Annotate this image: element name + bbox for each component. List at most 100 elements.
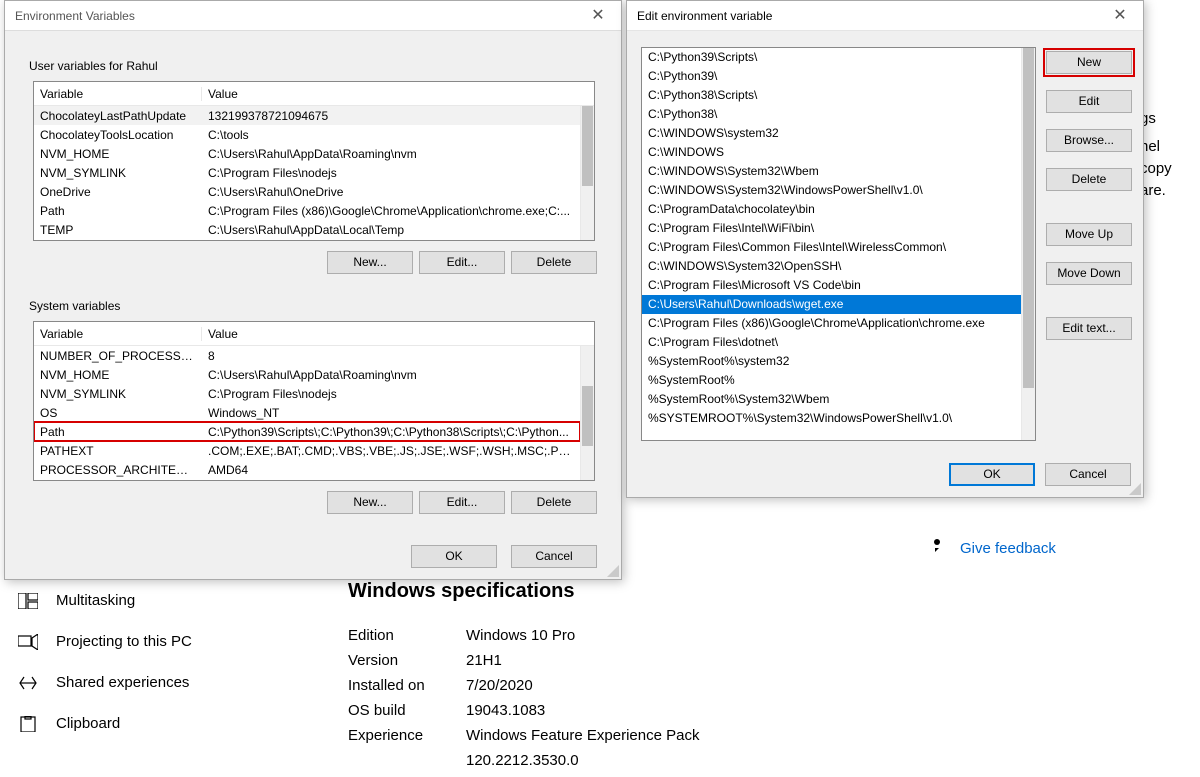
path-list-item[interactable]: %SystemRoot% — [642, 371, 1021, 390]
resize-grip[interactable] — [1129, 483, 1141, 495]
windows-specifications: Windows specifications EditionWindows 10… — [348, 580, 699, 777]
close-button[interactable]: ✕ — [575, 1, 621, 31]
cell-variable: ChocolateyToolsLocation — [34, 128, 202, 142]
table-row[interactable]: NVM_SYMLINKC:\Program Files\nodejs — [34, 163, 580, 182]
path-list-item[interactable]: C:\WINDOWS\System32\WindowsPowerShell\v1… — [642, 181, 1021, 200]
cell-value: C:\Users\Rahul\AppData\Roaming\nvm — [202, 368, 580, 382]
new-button[interactable]: New — [1046, 51, 1132, 74]
path-list-item[interactable]: C:\WINDOWS — [642, 143, 1021, 162]
table-row[interactable]: ChocolateyLastPathUpdate1321993787210946… — [34, 106, 580, 125]
cell-variable: PROCESSOR_ARCHITECTURE — [34, 463, 202, 477]
path-list-item[interactable]: C:\WINDOWS\System32\OpenSSH\ — [642, 257, 1021, 276]
user-new-button[interactable]: New... — [327, 251, 413, 274]
edit-text-button[interactable]: Edit text... — [1046, 317, 1132, 340]
cell-variable: Path — [34, 204, 202, 218]
table-row[interactable]: ChocolateyToolsLocationC:\tools — [34, 125, 580, 144]
path-list-item[interactable]: C:\Python39\ — [642, 67, 1021, 86]
spec-value: Windows 10 Pro — [466, 627, 575, 644]
spec-label: Experience — [348, 727, 466, 744]
cell-variable: Path — [34, 425, 202, 439]
path-list-item[interactable]: %SystemRoot%\System32\Wbem — [642, 390, 1021, 409]
path-list-item[interactable]: C:\ProgramData\chocolatey\bin — [642, 200, 1021, 219]
column-variable[interactable]: Variable — [34, 327, 202, 341]
sidebar-item-label: Multitasking — [56, 592, 135, 609]
spec-value: Windows Feature Experience Pack — [466, 727, 699, 744]
cell-variable: NVM_SYMLINK — [34, 387, 202, 401]
sidebar-item-label: Shared experiences — [56, 674, 189, 691]
path-list-item[interactable]: C:\Program Files\Microsoft VS Code\bin — [642, 276, 1021, 295]
scrollbar[interactable] — [1021, 48, 1035, 440]
spec-value: 21H1 — [466, 652, 502, 669]
cell-value: .COM;.EXE;.BAT;.CMD;.VBS;.VBE;.JS;.JSE;.… — [202, 444, 580, 458]
shared-experiences-icon — [18, 675, 38, 691]
cell-variable: TEMP — [34, 223, 202, 237]
specs-heading: Windows specifications — [348, 580, 699, 603]
sidebar-item-multitasking[interactable]: Multitasking — [0, 580, 320, 621]
path-list-item[interactable]: C:\Program Files\Common Files\Intel\Wire… — [642, 238, 1021, 257]
edit-button[interactable]: Edit — [1046, 90, 1132, 113]
move-up-button[interactable]: Move Up — [1046, 223, 1132, 246]
path-list-item[interactable]: C:\Users\Rahul\Downloads\wget.exe — [642, 295, 1021, 314]
path-list-item[interactable]: C:\WINDOWS\system32 — [642, 124, 1021, 143]
table-header: Variable Value — [34, 82, 594, 106]
ok-button[interactable]: OK — [949, 463, 1035, 486]
cancel-button[interactable]: Cancel — [1045, 463, 1131, 486]
scrollbar[interactable] — [580, 346, 594, 480]
sidebar-item-projecting[interactable]: Projecting to this PC — [0, 621, 320, 662]
table-row[interactable]: OSWindows_NT — [34, 403, 580, 422]
scrollbar[interactable] — [580, 106, 594, 240]
sidebar-item-shared[interactable]: Shared experiences — [0, 662, 320, 703]
close-button[interactable]: ✕ — [1097, 1, 1143, 31]
system-edit-button[interactable]: Edit... — [419, 491, 505, 514]
column-value[interactable]: Value — [202, 87, 594, 101]
browse-button[interactable]: Browse... — [1046, 129, 1132, 152]
path-list-item[interactable]: C:\Program Files (x86)\Google\Chrome\App… — [642, 314, 1021, 333]
path-list-item[interactable]: C:\Python38\ — [642, 105, 1021, 124]
move-down-button[interactable]: Move Down — [1046, 262, 1132, 285]
spec-row: EditionWindows 10 Pro — [348, 627, 699, 644]
table-row[interactable]: NUMBER_OF_PROCESSORS8 — [34, 346, 580, 365]
user-delete-button[interactable]: Delete — [511, 251, 597, 274]
path-entries-listbox[interactable]: C:\Python39\Scripts\C:\Python39\C:\Pytho… — [641, 47, 1036, 441]
spec-label: Edition — [348, 627, 466, 644]
table-row[interactable]: NVM_SYMLINKC:\Program Files\nodejs — [34, 384, 580, 403]
system-new-button[interactable]: New... — [327, 491, 413, 514]
table-row[interactable]: NVM_HOMEC:\Users\Rahul\AppData\Roaming\n… — [34, 365, 580, 384]
table-row[interactable]: PATHEXT.COM;.EXE;.BAT;.CMD;.VBS;.VBE;.JS… — [34, 441, 580, 460]
column-variable[interactable]: Variable — [34, 87, 202, 101]
path-list-item[interactable]: C:\Program Files\dotnet\ — [642, 333, 1021, 352]
table-row[interactable]: PROCESSOR_ARCHITECTUREAMD64 — [34, 460, 580, 479]
table-row[interactable]: NVM_HOMEC:\Users\Rahul\AppData\Roaming\n… — [34, 144, 580, 163]
system-delete-button[interactable]: Delete — [511, 491, 597, 514]
path-list-item[interactable]: C:\Program Files\Intel\WiFi\bin\ — [642, 219, 1021, 238]
delete-button[interactable]: Delete — [1046, 168, 1132, 191]
table-row[interactable]: PathC:\Program Files (x86)\Google\Chrome… — [34, 201, 580, 220]
path-list-item[interactable]: C:\Python39\Scripts\ — [642, 48, 1021, 67]
table-row[interactable]: PathC:\Python39\Scripts\;C:\Python39\;C:… — [34, 422, 580, 441]
path-list-item[interactable]: C:\Python38\Scripts\ — [642, 86, 1021, 105]
path-list-item[interactable]: %SystemRoot%\system32 — [642, 352, 1021, 371]
user-edit-button[interactable]: Edit... — [419, 251, 505, 274]
resize-grip[interactable] — [607, 565, 619, 577]
cancel-button[interactable]: Cancel — [511, 545, 597, 568]
column-value[interactable]: Value — [202, 327, 594, 341]
ok-button[interactable]: OK — [411, 545, 497, 568]
user-variables-table[interactable]: Variable Value ChocolateyLastPathUpdate1… — [33, 81, 595, 241]
table-row[interactable]: OneDriveC:\Users\Rahul\OneDrive — [34, 182, 580, 201]
dialog-titlebar[interactable]: Edit environment variable ✕ — [627, 1, 1143, 31]
edit-environment-variable-dialog: Edit environment variable ✕ C:\Python39\… — [626, 0, 1144, 498]
table-row[interactable]: TEMPC:\Users\Rahul\AppData\Local\Temp — [34, 220, 580, 239]
give-feedback-link[interactable]: Give feedback — [932, 537, 1056, 557]
sidebar-item-clipboard[interactable]: Clipboard — [0, 703, 320, 744]
path-list-item[interactable]: C:\WINDOWS\System32\Wbem — [642, 162, 1021, 181]
dialog-titlebar[interactable]: Environment Variables ✕ — [5, 1, 621, 31]
truncated-right-text: gs nel copy are. — [1140, 0, 1200, 202]
cell-variable: NUMBER_OF_PROCESSORS — [34, 349, 202, 363]
spec-label: OS build — [348, 702, 466, 719]
cell-value: C:\Users\Rahul\AppData\Roaming\nvm — [202, 147, 580, 161]
system-variables-table[interactable]: Variable Value NUMBER_OF_PROCESSORS8NVM_… — [33, 321, 595, 481]
cell-variable: NVM_HOME — [34, 147, 202, 161]
path-list-item[interactable]: %SYSTEMROOT%\System32\WindowsPowerShell\… — [642, 409, 1021, 428]
cell-value: AMD64 — [202, 463, 580, 477]
cell-value: C:\Program Files\nodejs — [202, 387, 580, 401]
